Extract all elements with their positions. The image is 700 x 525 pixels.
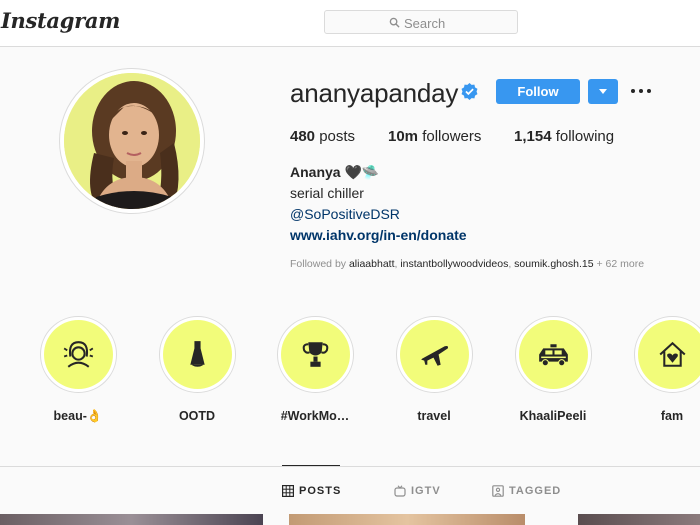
post-thumbnail[interactable] xyxy=(578,514,700,525)
full-name: Ananya 🖤🛸 xyxy=(290,164,380,180)
highlight-label: travel xyxy=(417,409,451,423)
highlight-ring xyxy=(158,316,236,393)
chevron-down-icon xyxy=(599,89,607,94)
highlight-ring xyxy=(276,316,354,393)
woman-face-icon xyxy=(63,341,93,368)
following-count: 1,154 xyxy=(514,128,552,145)
highlight-item[interactable]: fam xyxy=(622,316,700,423)
highlight-item[interactable]: KhaaliPeeli xyxy=(503,316,603,423)
highlight-item[interactable]: OOTD xyxy=(147,316,247,423)
tab-label: IGTV xyxy=(411,485,441,497)
highlight-label: KhaaliPeeli xyxy=(519,409,587,423)
airplane-icon xyxy=(420,346,448,366)
posts-count: 480 xyxy=(290,128,316,145)
suggested-accounts-dropdown-button[interactable] xyxy=(588,79,618,104)
more-options-button[interactable] xyxy=(631,89,651,93)
highlight-item[interactable]: beau-👌 xyxy=(28,316,128,424)
highlight-label: beau-👌 xyxy=(53,409,103,423)
bio-mention-link[interactable]: @SoPositiveDSR xyxy=(290,206,400,222)
highlight-ring xyxy=(39,316,117,393)
tab-igtv[interactable]: IGTV xyxy=(394,485,441,497)
avatar[interactable] xyxy=(64,73,200,209)
posts-label: posts xyxy=(319,128,356,145)
highlight-label: fam xyxy=(660,409,684,423)
highlight-item[interactable]: travel xyxy=(384,316,484,423)
followers-label: followers xyxy=(422,128,482,145)
highlight-ring xyxy=(633,316,700,393)
search-icon xyxy=(389,17,400,28)
username: ananyapanday xyxy=(290,78,459,108)
tag-icon xyxy=(492,485,504,497)
highlight-item[interactable]: #WorkMo… xyxy=(265,316,365,423)
followed-by-more[interactable]: + 62 more xyxy=(596,258,644,270)
post-thumbnail[interactable] xyxy=(0,514,263,525)
verified-badge-icon xyxy=(461,82,478,101)
website-link[interactable]: www.iahv.org/in-en/donate xyxy=(290,227,467,243)
tab-tagged[interactable]: TAGGED xyxy=(492,485,561,497)
tab-posts[interactable]: POSTS xyxy=(282,485,341,497)
igtv-icon xyxy=(394,485,406,497)
tab-label: POSTS xyxy=(299,485,342,497)
highlight-ring xyxy=(514,316,592,393)
trophy-icon xyxy=(302,342,328,367)
followed-by-account[interactable]: instantbollywoodvideos xyxy=(400,258,508,270)
followed-by-account[interactable]: aliaabhatt xyxy=(349,258,395,270)
search-placeholder: Search xyxy=(404,16,446,31)
followed-by-account[interactable]: soumik.ghosh.15 xyxy=(514,258,593,270)
follow-button[interactable]: Follow xyxy=(496,79,580,104)
highlight-label: OOTD xyxy=(178,409,216,423)
dot-icon xyxy=(631,89,635,93)
followed-by-prefix: Followed by xyxy=(290,258,347,270)
following-label: following xyxy=(555,128,615,145)
posts-stat: 480 posts xyxy=(290,128,355,145)
instagram-logo[interactable]: Instagram xyxy=(1,8,120,33)
highlight-ring xyxy=(395,316,473,393)
active-tab-indicator xyxy=(282,465,340,466)
following-stat[interactable]: 1,154 following xyxy=(514,128,614,145)
highlight-label: #WorkMo… xyxy=(280,409,350,423)
followers-count: 10m xyxy=(388,128,419,145)
dot-icon xyxy=(639,89,643,93)
search-input[interactable]: Search xyxy=(324,10,518,34)
post-thumbnail[interactable] xyxy=(289,514,525,525)
followed-by[interactable]: Followed by aliaabhatt, instantbollywood… xyxy=(290,258,644,270)
bio-text: serial chiller xyxy=(290,185,364,201)
home-heart-icon xyxy=(659,341,685,367)
tab-label: TAGGED xyxy=(509,485,562,497)
dot-icon xyxy=(647,89,651,93)
top-nav: Instagram Search xyxy=(0,0,700,47)
followers-stat[interactable]: 10m followers xyxy=(388,128,481,145)
profile-photo xyxy=(64,73,200,209)
dress-icon xyxy=(189,341,205,367)
tabs-divider xyxy=(0,466,700,467)
taxi-icon xyxy=(538,344,568,367)
grid-icon xyxy=(282,485,294,497)
